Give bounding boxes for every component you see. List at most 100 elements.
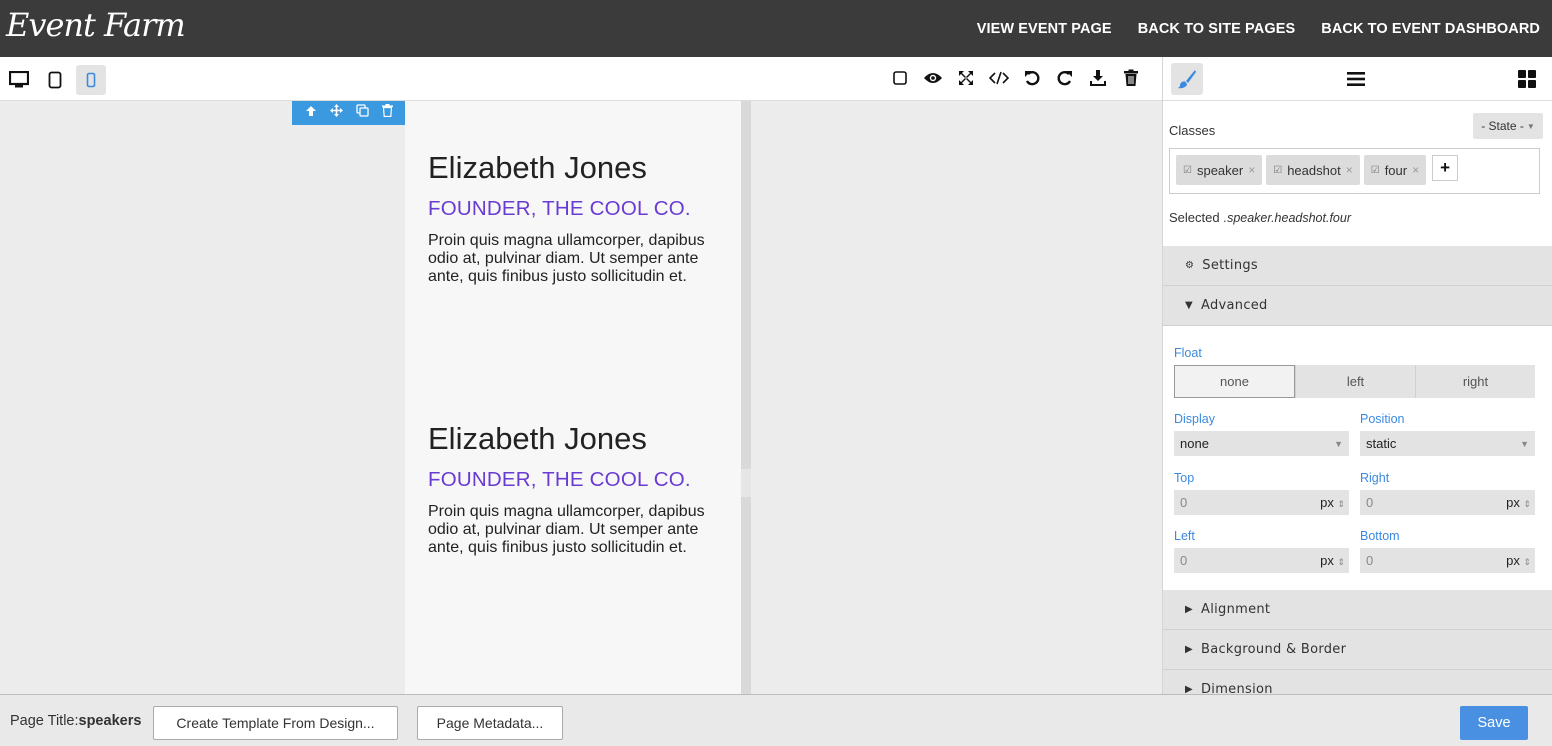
fullscreen-icon[interactable]	[953, 65, 979, 91]
dimension-section-header[interactable]: ▶ Dimension	[1163, 670, 1552, 694]
top-input[interactable]: 0 px ⇕	[1174, 490, 1349, 515]
square-outline-icon[interactable]	[887, 65, 913, 91]
page-metadata-button[interactable]: Page Metadata...	[417, 706, 563, 740]
unit-label: px	[1506, 495, 1520, 510]
background-border-section-header[interactable]: ▶ Background & Border	[1163, 630, 1552, 670]
float-left-option[interactable]: left	[1295, 365, 1415, 398]
chevron-down-icon: ▼	[1334, 439, 1343, 449]
undo-icon[interactable]	[1019, 65, 1045, 91]
delete-icon[interactable]	[381, 104, 393, 122]
canvas-actions	[887, 65, 1144, 91]
speaker-bio[interactable]: Proin quis magna ullamcorper, dapibus od…	[428, 503, 728, 557]
top-nav: VIEW EVENT PAGE BACK TO SITE PAGES BACK …	[977, 0, 1540, 57]
unit-select[interactable]: px ⇕	[1320, 495, 1345, 510]
speaker-bio[interactable]: Proin quis magna ullamcorper, dapibus od…	[428, 232, 728, 286]
save-button[interactable]: Save	[1460, 706, 1528, 740]
download-icon[interactable]	[1085, 65, 1111, 91]
paintbrush-icon[interactable]	[1171, 63, 1203, 95]
left-value: 0	[1180, 553, 1188, 568]
classes-label: Classes	[1169, 123, 1216, 138]
tablet-icon[interactable]	[40, 65, 70, 95]
code-icon[interactable]	[986, 65, 1012, 91]
speaker-name[interactable]: Elizabeth Jones	[428, 421, 728, 456]
chevron-down-icon: ▼	[1520, 439, 1529, 449]
redo-icon[interactable]	[1052, 65, 1078, 91]
alignment-section-header[interactable]: ▶ Alignment	[1163, 590, 1552, 630]
selected-value: .speaker.headshot.four	[1223, 211, 1351, 225]
class-tag-label: headshot	[1287, 162, 1341, 178]
speaker-card-1[interactable]: Elizabeth Jones FOUNDER, THE COOL CO. Pr…	[428, 150, 728, 286]
back-to-event-dashboard-link[interactable]: BACK TO EVENT DASHBOARD	[1321, 21, 1540, 37]
view-event-page-link[interactable]: VIEW EVENT PAGE	[977, 21, 1112, 37]
page-title-label: Page Title:	[10, 713, 79, 729]
close-icon[interactable]: ×	[1346, 163, 1353, 177]
bottom-value: 0	[1366, 553, 1374, 568]
advanced-section-header[interactable]: ▼ Advanced	[1163, 286, 1552, 326]
unit-select[interactable]: px ⇕	[1506, 553, 1531, 568]
create-template-button[interactable]: Create Template From Design...	[153, 706, 398, 740]
settings-section-header[interactable]: ⚙ Settings	[1163, 246, 1552, 286]
trash-icon[interactable]	[1118, 65, 1144, 91]
move-icon[interactable]	[329, 104, 343, 122]
background-border-label: Background & Border	[1201, 642, 1347, 657]
classes-section: Classes - State - ▼ ☑ speaker × ☑ headshot × …	[1163, 101, 1552, 246]
advanced-section-body: Float none left right Display Position n…	[1163, 326, 1552, 590]
stepper-icon[interactable]: ⇕	[1337, 557, 1345, 567]
bottom-input[interactable]: 0 px ⇕	[1360, 548, 1535, 573]
desktop-icon[interactable]	[4, 65, 34, 95]
canvas-resize-handle[interactable]	[741, 101, 751, 694]
selected-label: Selected	[1169, 210, 1220, 225]
panel-header	[1162, 57, 1552, 101]
class-tag-speaker[interactable]: ☑ speaker ×	[1176, 155, 1263, 185]
class-tag-label: speaker	[1196, 162, 1244, 178]
close-icon[interactable]: ×	[1412, 163, 1419, 177]
state-select[interactable]: - State - ▼	[1473, 113, 1543, 139]
unit-label: px	[1320, 553, 1334, 568]
back-to-site-pages-link[interactable]: BACK TO SITE PAGES	[1138, 21, 1296, 37]
eye-icon[interactable]	[920, 65, 946, 91]
unit-select[interactable]: px ⇕	[1506, 495, 1531, 510]
class-tag-headshot[interactable]: ☑ headshot ×	[1266, 155, 1360, 185]
checkbox-icon[interactable]: ☑	[1273, 165, 1282, 176]
clone-icon[interactable]	[355, 104, 369, 122]
menu-icon[interactable]	[1340, 63, 1372, 95]
alignment-label: Alignment	[1201, 602, 1271, 617]
close-icon[interactable]: ×	[1248, 163, 1255, 177]
chevron-down-icon: ▼	[1526, 121, 1535, 131]
add-class-button[interactable]: +	[1432, 155, 1459, 181]
checkbox-icon[interactable]: ☑	[1183, 165, 1192, 176]
speaker-card-2[interactable]: Elizabeth Jones FOUNDER, THE COOL CO. Pr…	[428, 421, 728, 557]
caret-down-icon: ▼	[1185, 300, 1193, 311]
stepper-icon[interactable]: ⇕	[1523, 557, 1531, 567]
resize-grip[interactable]	[741, 469, 751, 497]
arrow-up-icon[interactable]	[305, 104, 317, 122]
float-none-option[interactable]: none	[1174, 365, 1295, 398]
blocks-icon[interactable]	[1511, 63, 1543, 95]
design-canvas[interactable]: Elizabeth Jones FOUNDER, THE COOL CO. Pr…	[0, 101, 1162, 694]
mobile-icon[interactable]	[76, 65, 106, 95]
event-farm-logo[interactable]: Event Farm	[6, 6, 186, 44]
speaker-role[interactable]: FOUNDER, THE COOL CO.	[428, 197, 728, 221]
speaker-name[interactable]: Elizabeth Jones	[428, 150, 728, 185]
device-switcher	[4, 65, 106, 95]
display-select[interactable]: none ▼	[1174, 431, 1349, 456]
float-right-option[interactable]: right	[1415, 365, 1535, 398]
selected-selector: Selected .speaker.headshot.four	[1169, 210, 1351, 225]
class-tag-four[interactable]: ☑ four ×	[1363, 155, 1427, 185]
stepper-icon[interactable]: ⇕	[1337, 499, 1345, 509]
settings-label: Settings	[1202, 258, 1258, 273]
checkbox-icon[interactable]: ☑	[1371, 165, 1380, 176]
stepper-icon[interactable]: ⇕	[1523, 499, 1531, 509]
selection-toolbar	[292, 101, 405, 125]
bottom-label: Bottom	[1360, 529, 1400, 543]
class-tags[interactable]: ☑ speaker × ☑ headshot × ☑ four × +	[1169, 148, 1540, 194]
speaker-role[interactable]: FOUNDER, THE COOL CO.	[428, 468, 728, 492]
left-input[interactable]: 0 px ⇕	[1174, 548, 1349, 573]
page-title-value: speakers	[78, 713, 142, 729]
position-select[interactable]: static ▼	[1360, 431, 1535, 456]
unit-select[interactable]: px ⇕	[1320, 553, 1345, 568]
right-input[interactable]: 0 px ⇕	[1360, 490, 1535, 515]
caret-right-icon: ▶	[1185, 644, 1193, 655]
top-label: Top	[1174, 471, 1195, 485]
top-bar: Event Farm VIEW EVENT PAGE BACK TO SITE …	[0, 0, 1552, 57]
